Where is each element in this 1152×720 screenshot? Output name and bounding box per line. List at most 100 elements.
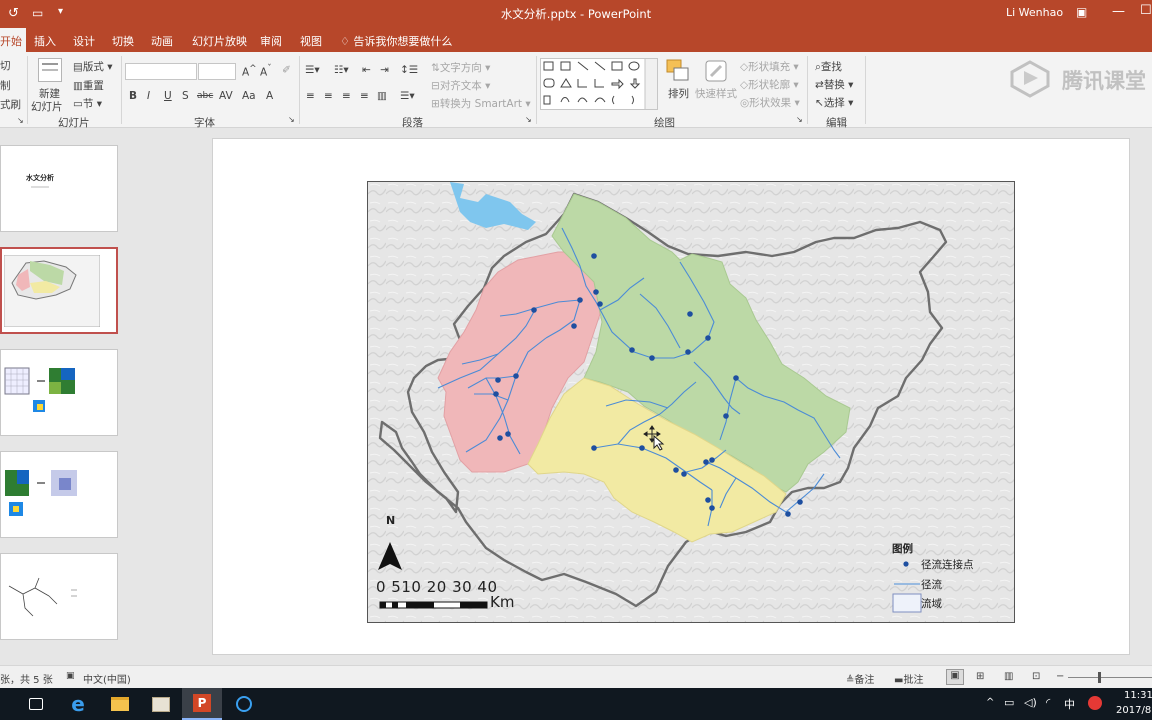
slide-thumbnail-1[interactable]: 水文分析: [0, 145, 118, 232]
slide-sorter-button[interactable]: ⊞: [976, 671, 984, 682]
new-slide-icon[interactable]: [38, 58, 62, 82]
distributed-icon[interactable]: ▥: [377, 90, 387, 102]
antivirus-icon[interactable]: [1088, 696, 1102, 710]
clock-date[interactable]: 2017/8: [1116, 705, 1151, 716]
spell-check-icon[interactable]: ▣: [66, 671, 75, 681]
quick-styles-icon[interactable]: [703, 58, 729, 84]
zoom-slider-thumb[interactable]: [1098, 672, 1101, 683]
font-size-box[interactable]: [198, 63, 236, 80]
underline-button[interactable]: U: [164, 90, 172, 102]
slide-canvas[interactable]: N 0 510 20 30 40 Km 图例 径流连接点 径流 流域: [212, 138, 1130, 655]
task-view-icon[interactable]: [16, 688, 56, 720]
ribbon-tabs: 开始 插入 设计 切换 动画 幻灯片放映 审阅 视图 ♢ 告诉我你想要做什么: [0, 28, 1152, 52]
font-color-button[interactable]: A: [266, 90, 273, 102]
minimize-icon[interactable]: —: [1112, 4, 1125, 19]
map-frame[interactable]: N 0 510 20 30 40 Km 图例 径流连接点 径流 流域: [367, 181, 1015, 623]
justify-icon[interactable]: ≡: [360, 90, 369, 102]
show-hidden-icons[interactable]: ^: [986, 697, 994, 708]
layout-button[interactable]: ▤版式 ▾: [73, 59, 113, 74]
search-app-icon[interactable]: [224, 688, 264, 720]
font-name-box[interactable]: [125, 63, 197, 80]
zoom-slider[interactable]: [1068, 677, 1152, 678]
shapes-gallery[interactable]: [540, 58, 658, 110]
tab-animations[interactable]: 动画: [151, 33, 173, 49]
tab-slideshow[interactable]: 幻灯片放映: [192, 33, 247, 49]
reset-button[interactable]: ▥重置: [73, 78, 104, 93]
indent-decrease-icon[interactable]: ⇤: [362, 64, 371, 76]
zoom-out-button[interactable]: −: [1056, 671, 1064, 682]
comments-button[interactable]: ▬批注: [894, 671, 923, 686]
powerpoint-taskbar-icon[interactable]: P: [182, 688, 222, 720]
bullets-icon[interactable]: ☰▾: [305, 64, 320, 76]
arrange-label[interactable]: 排列: [668, 86, 689, 101]
notes-button[interactable]: ≜备注: [846, 671, 874, 686]
cursor-icon: ↖: [815, 97, 824, 109]
shape-effects-button[interactable]: ◎形状效果 ▾: [740, 95, 800, 110]
tell-me-box[interactable]: ♢ 告诉我你想要做什么: [340, 33, 452, 49]
ribbon-display-icon[interactable]: ▣: [1076, 5, 1087, 19]
font-shrink-button[interactable]: Aˇ: [260, 64, 272, 79]
volume-icon[interactable]: ◁): [1024, 696, 1037, 709]
user-name[interactable]: Li Wenhao: [1006, 6, 1063, 19]
legend-point-swatch: [903, 561, 909, 567]
section-button[interactable]: ▭节 ▾: [73, 96, 102, 111]
maximize-icon[interactable]: ☐: [1140, 3, 1152, 18]
clear-format-icon[interactable]: ✐: [282, 64, 291, 76]
replace-button[interactable]: ⇄替换 ▾: [815, 77, 853, 92]
align-text-button[interactable]: ⊟对齐文本 ▾: [431, 78, 490, 93]
italic-button[interactable]: I: [147, 90, 150, 102]
tab-insert[interactable]: 插入: [34, 33, 56, 49]
ime-indicator[interactable]: 中: [1064, 696, 1075, 712]
tab-transitions[interactable]: 切换: [112, 33, 134, 49]
shadow-button[interactable]: S: [182, 90, 189, 102]
language-indicator[interactable]: 中文(中国): [83, 671, 131, 686]
text-direction-button[interactable]: ⇅文字方向 ▾: [431, 60, 490, 75]
find-button[interactable]: ⌕查找: [815, 59, 842, 74]
edge-browser-icon[interactable]: e: [58, 688, 98, 720]
slideshow-view-button[interactable]: ⊡: [1032, 671, 1040, 682]
format-painter-button[interactable]: 式刷: [0, 97, 21, 112]
cut-button[interactable]: 切: [0, 58, 11, 73]
network-icon[interactable]: ◜: [1046, 696, 1050, 709]
numbering-icon[interactable]: ☷▾: [334, 64, 349, 76]
indent-increase-icon[interactable]: ⇥: [380, 64, 389, 76]
line-spacing-icon[interactable]: ↕☰: [400, 64, 418, 76]
strikethrough-button[interactable]: abc: [197, 91, 213, 101]
font-grow-button[interactable]: A^: [242, 64, 257, 79]
battery-icon[interactable]: ▭: [1004, 696, 1014, 709]
clipboard-launcher-icon[interactable]: ↘: [17, 116, 24, 125]
smartart-button[interactable]: ⊞转换为 SmartArt ▾: [431, 96, 531, 111]
font-launcher-icon[interactable]: ↘: [288, 115, 295, 124]
status-bar: 张，共 5 张 ▣ 中文(中国) ≜备注 ▬批注 ▣ ⊞ ▥ ⊡ −: [0, 665, 1152, 688]
select-button[interactable]: ↖选择 ▾: [815, 95, 853, 110]
slide-thumbnail-5[interactable]: [0, 553, 118, 640]
shape-outline-button[interactable]: ◇形状轮廓 ▾: [740, 77, 799, 92]
align-left-icon[interactable]: ≡: [306, 90, 315, 102]
align-right-icon[interactable]: ≡: [342, 90, 351, 102]
slide-thumbnail-3[interactable]: [0, 349, 118, 436]
tab-view[interactable]: 视图: [300, 33, 322, 49]
tab-design[interactable]: 设计: [73, 33, 95, 49]
clock-time[interactable]: 11:31: [1124, 690, 1152, 701]
tab-home[interactable]: 开始: [0, 28, 26, 52]
columns-icon[interactable]: ☰▾: [400, 90, 415, 102]
paragraph-launcher-icon[interactable]: ↘: [525, 115, 532, 124]
drawing-launcher-icon[interactable]: ↘: [796, 115, 803, 124]
align-center-icon[interactable]: ≡: [324, 90, 333, 102]
drawing-group-label: 绘图: [654, 117, 675, 129]
bold-button[interactable]: B: [129, 90, 137, 102]
normal-view-button[interactable]: ▣: [946, 669, 964, 685]
shape-fill-button[interactable]: ◇形状填充 ▾: [740, 59, 799, 74]
media-app-icon[interactable]: [141, 688, 181, 720]
spacing-button[interactable]: AV: [219, 90, 233, 102]
copy-button[interactable]: 制: [0, 78, 11, 93]
arrange-icon[interactable]: [665, 58, 691, 84]
case-button[interactable]: Aa: [242, 90, 256, 102]
slide-thumbnail-4[interactable]: [0, 451, 118, 538]
tab-review[interactable]: 审阅: [260, 33, 282, 49]
file-explorer-icon[interactable]: [100, 688, 140, 720]
quick-styles-label[interactable]: 快速样式: [695, 86, 737, 101]
new-slide-label-2[interactable]: 幻灯片: [31, 99, 63, 114]
reading-view-button[interactable]: ▥: [1004, 671, 1013, 682]
slide-thumbnail-2[interactable]: [0, 247, 118, 334]
